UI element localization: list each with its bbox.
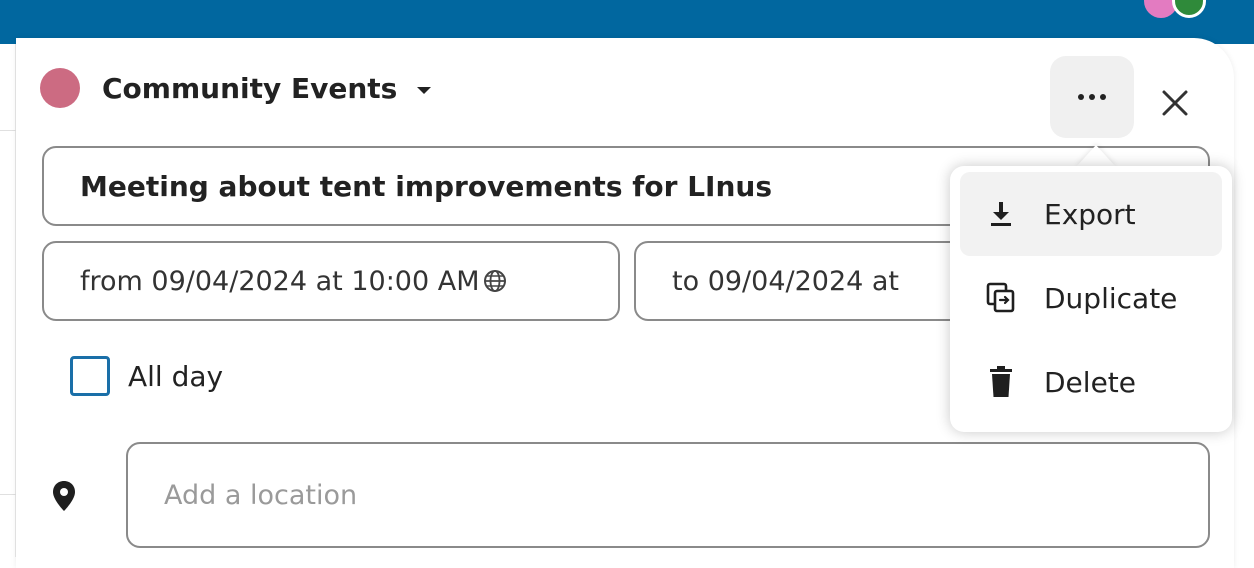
all-day-toggle[interactable]: All day [70,356,223,396]
close-button[interactable] [1150,78,1200,128]
map-pin-icon [52,480,76,516]
end-datetime-text: to 09/04/2024 at [672,265,900,297]
all-day-label: All day [128,359,224,393]
start-datetime-field[interactable]: from 09/04/2024 at 10:00 AM [42,241,620,321]
background-app-area [0,44,16,557]
menu-pointer [1076,145,1116,167]
actions-menu: Export Duplicate Delete [950,166,1232,432]
calendar-picker[interactable]: Community Events [40,68,432,108]
divider [0,130,16,131]
menu-item-label: Export [1044,197,1136,231]
menu-item-delete[interactable]: Delete [960,340,1222,424]
more-actions-button[interactable] [1050,56,1134,138]
user-avatar[interactable] [1144,0,1214,24]
globe-icon[interactable] [482,268,508,294]
start-datetime-text: from 09/04/2024 at 10:00 AM [80,265,480,297]
menu-item-export[interactable]: Export [960,172,1222,256]
menu-item-label: Delete [1044,365,1136,399]
chevron-down-icon [417,86,432,94]
divider [0,494,16,495]
all-day-checkbox[interactable] [70,356,110,396]
close-icon [1162,90,1188,116]
calendar-name: Community Events [102,71,398,105]
trash-icon [986,366,1016,398]
menu-item-label: Duplicate [1044,281,1178,315]
menu-item-duplicate[interactable]: Duplicate [960,256,1222,340]
location-input[interactable] [126,442,1210,548]
more-horizontal-icon [1078,94,1106,100]
calendar-color-dot [40,68,80,108]
download-icon [986,200,1016,228]
event-title-text: Meeting about tent improvements for LInu… [80,169,773,203]
duplicate-icon [986,282,1016,314]
avatar-bubble-green [1172,0,1206,18]
